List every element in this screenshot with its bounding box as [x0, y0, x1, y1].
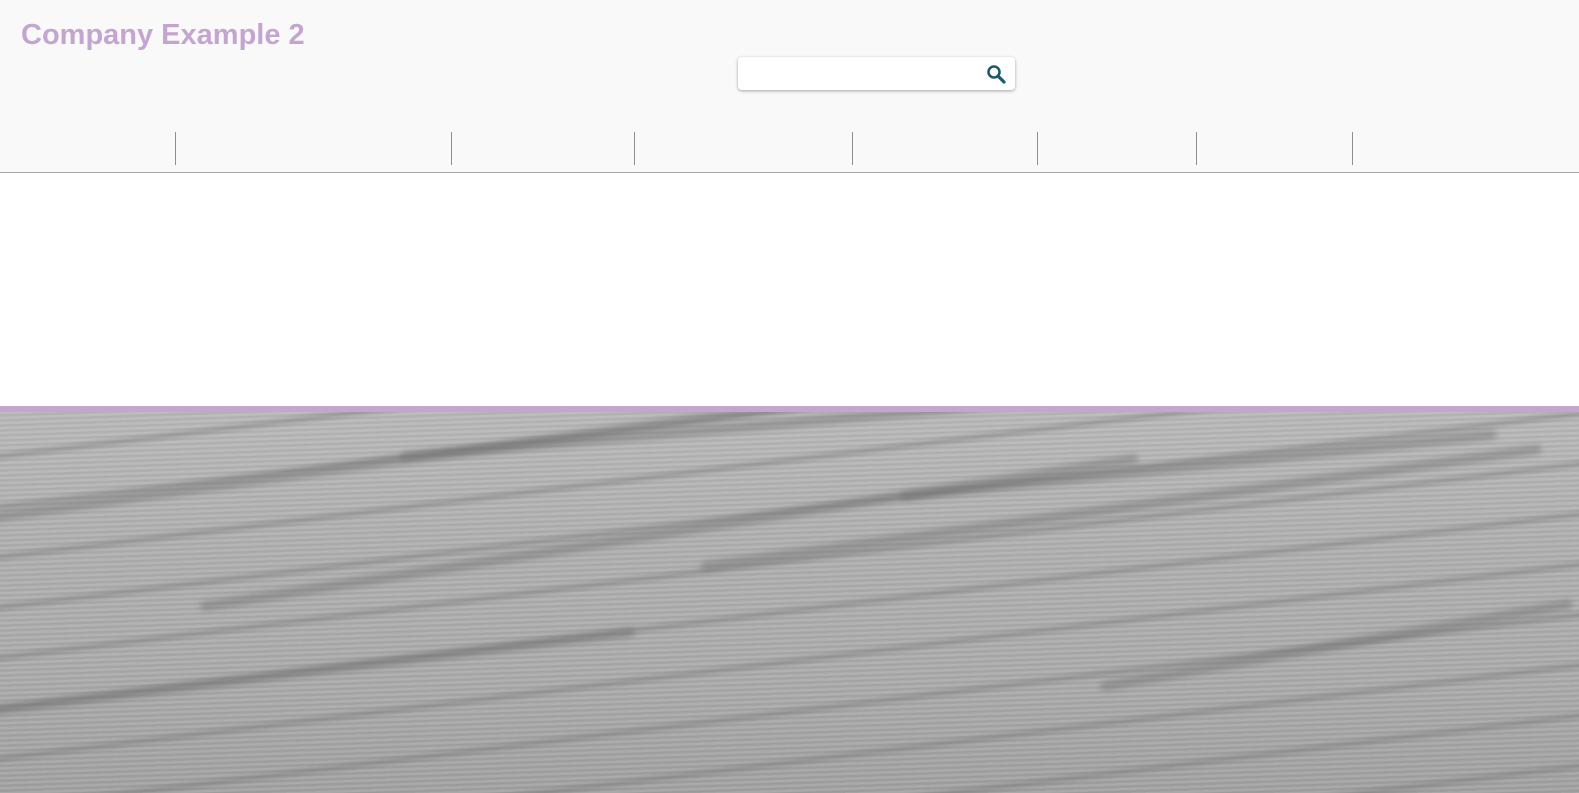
site-header: Company Example 2	[0, 0, 1579, 173]
nav-item-7[interactable]	[1197, 132, 1352, 165]
nav-item-1[interactable]	[0, 132, 175, 165]
brand-logo-text[interactable]: Company Example 2	[21, 18, 305, 53]
nav-item-8[interactable]	[1353, 132, 1579, 165]
nav-item-6[interactable]	[1038, 132, 1196, 165]
search-input[interactable]	[746, 61, 970, 88]
main-navigation	[0, 132, 1579, 165]
nav-item-2[interactable]	[176, 132, 451, 165]
search-box	[738, 57, 1015, 90]
search-icon	[987, 65, 1006, 84]
nav-item-3[interactable]	[452, 132, 634, 165]
hero-streak	[199, 453, 1140, 612]
content-area	[0, 173, 1579, 406]
search-button[interactable]	[983, 61, 1009, 87]
hero-image	[0, 412, 1579, 793]
hero-streak	[399, 412, 1098, 462]
nav-item-5[interactable]	[853, 132, 1037, 165]
hero-streak	[0, 626, 636, 722]
nav-item-4[interactable]	[635, 132, 852, 165]
hero-streak	[1099, 598, 1574, 692]
